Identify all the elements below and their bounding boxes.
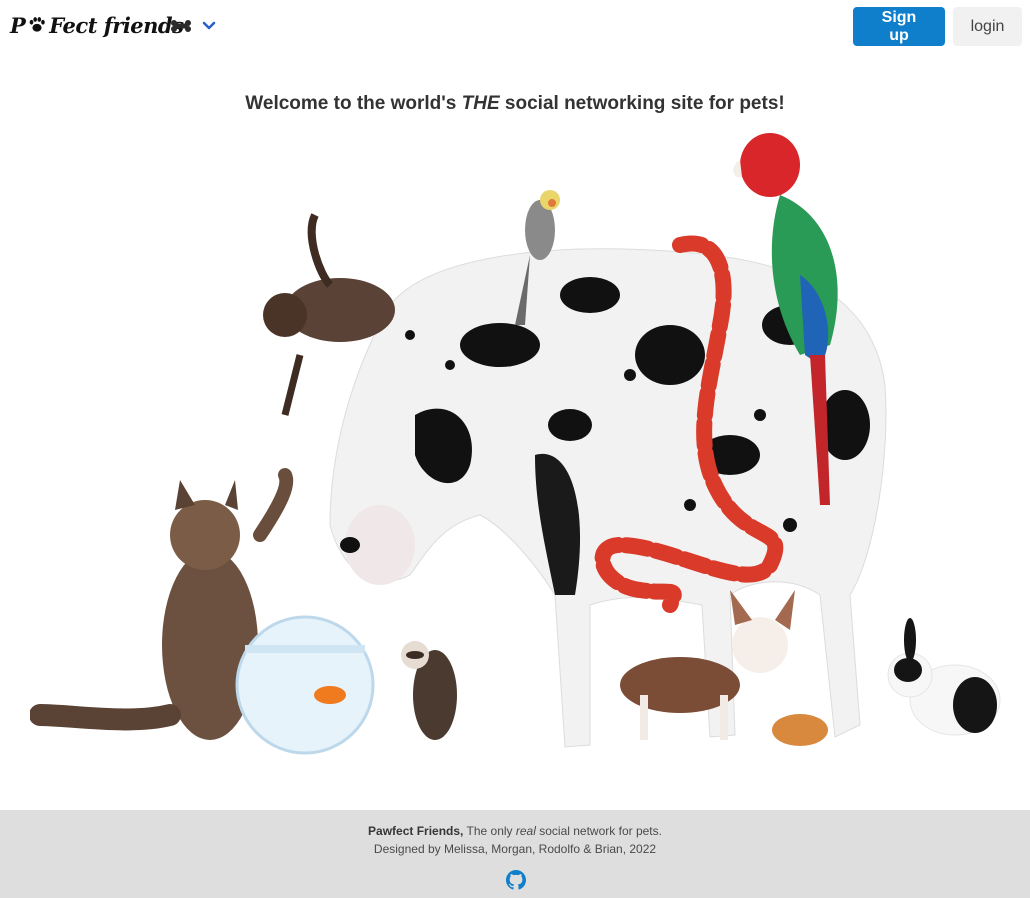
brand-logo[interactable]: P Fect friends: [10, 8, 184, 42]
brand-text-start: P: [10, 12, 26, 38]
footer-tagline-after: social network for pets.: [535, 824, 662, 838]
fishbowl-figure: [235, 615, 375, 755]
footer-tagline: Pawfect Friends, The only real social ne…: [0, 824, 1030, 838]
title-before: Welcome to the world's: [245, 93, 462, 114]
footer-credits: Designed by Melissa, Morgan, Rodolfo & B…: [373, 842, 657, 856]
footer-tagline-emphasis: real: [515, 824, 536, 838]
paw-icon: [29, 17, 46, 32]
bone-icon: [171, 20, 191, 32]
login-button[interactable]: login: [953, 7, 1022, 46]
page-title: Welcome to the world's THE social networ…: [0, 93, 1030, 115]
nav-actions: Sign up login: [853, 7, 1022, 46]
footer-tagline-before: The only: [463, 824, 516, 838]
rabbit-figure: [887, 618, 1001, 736]
signup-button[interactable]: Sign up: [853, 7, 945, 46]
brand-text-end: Fect friends: [49, 12, 184, 38]
pet-menu-dropdown[interactable]: [170, 12, 216, 40]
footer-brand: Pawfect Friends,: [368, 824, 464, 838]
chevron-down-icon: [202, 21, 216, 30]
github-icon[interactable]: [506, 870, 526, 890]
hero-pets-image: [30, 133, 1001, 755]
footer: Pawfect Friends, The only real social ne…: [0, 810, 1030, 898]
ferret-figure: [401, 641, 457, 740]
hamster-figure: [772, 714, 828, 746]
title-after: social networking site for pets!: [499, 93, 785, 114]
clownfish-figure: [314, 686, 346, 704]
navbar: P Fect friends Sign up login: [0, 0, 1030, 52]
title-emphasis: THE: [461, 93, 500, 114]
